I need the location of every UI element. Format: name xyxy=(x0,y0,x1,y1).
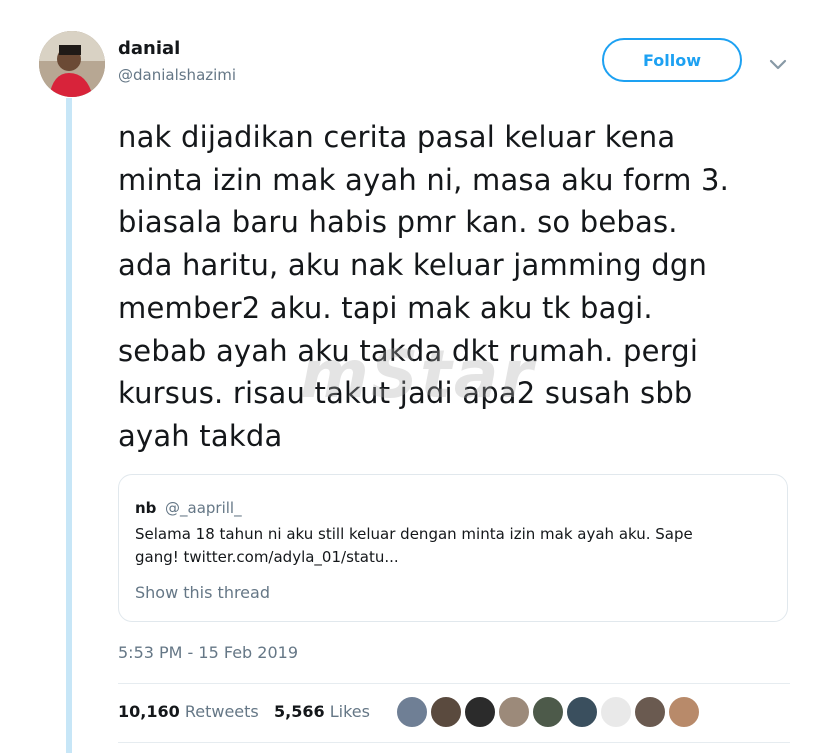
stats-top-divider xyxy=(118,683,790,684)
quoted-text-line: gang! twitter.com/adyla_01/statu... xyxy=(135,548,399,566)
liker-avatar-4[interactable] xyxy=(498,696,530,728)
tweet-stats: 10,160 Retweets 5,566 Likes xyxy=(118,702,370,721)
tweet-text-line: ayah takda xyxy=(118,418,283,453)
liker-avatar-9[interactable] xyxy=(668,696,700,728)
liker-avatar-3[interactable] xyxy=(464,696,496,728)
tweet-text-line: sebab ayah aku takda dkt rumah. pergi xyxy=(118,333,699,368)
thread-connector-line xyxy=(66,98,72,753)
liker-avatar-2[interactable] xyxy=(430,696,462,728)
liker-avatar-8[interactable] xyxy=(634,696,666,728)
quoted-tweet-text: Selama 18 tahun ni aku still keluar deng… xyxy=(135,523,765,569)
liker-avatars xyxy=(396,696,702,728)
likes-label: Likes xyxy=(329,702,370,721)
retweets-stat[interactable]: 10,160 Retweets xyxy=(118,702,259,721)
tweet-text-line: ada haritu, aku nak keluar jamming dgn xyxy=(118,248,708,283)
liker-avatar-7[interactable] xyxy=(600,696,632,728)
quoted-text-line: Selama 18 tahun ni aku still keluar deng… xyxy=(135,525,693,543)
liker-avatar-6[interactable] xyxy=(566,696,598,728)
follow-button[interactable]: Follow xyxy=(602,38,742,82)
tweet-text-line: minta izin mak ayah ni, masa aku form 3. xyxy=(118,162,730,197)
tweet-text-line: kursus. risau takut jadi apa2 susah sbb xyxy=(118,376,693,411)
quoted-author-name: nb xyxy=(135,499,157,517)
retweets-count: 10,160 xyxy=(118,702,180,721)
tweet-text: nak dijadikan cerita pasal keluar kena m… xyxy=(118,116,798,458)
author-avatar[interactable] xyxy=(39,31,105,97)
show-thread-link[interactable]: Show this thread xyxy=(135,583,270,602)
tweet-text-line: nak dijadikan cerita pasal keluar kena xyxy=(118,120,676,154)
tweet-text-line: biasala baru habis pmr kan. so bebas. xyxy=(118,205,678,240)
liker-avatar-5[interactable] xyxy=(532,696,564,728)
author-avatar-image xyxy=(39,31,105,97)
chevron-down-icon[interactable] xyxy=(766,52,790,76)
author-name[interactable]: danial xyxy=(118,38,180,59)
tweet-timestamp[interactable]: 5:53 PM - 15 Feb 2019 xyxy=(118,643,298,662)
likes-count: 5,566 xyxy=(274,702,325,721)
quoted-tweet-card[interactable]: nb @_aaprill_ Selama 18 tahun ni aku sti… xyxy=(118,474,788,622)
author-handle[interactable]: @danialshazimi xyxy=(118,66,236,84)
retweets-label: Retweets xyxy=(184,702,259,721)
stats-bottom-divider xyxy=(118,742,790,743)
likes-stat[interactable]: 5,566 Likes xyxy=(274,702,370,721)
liker-avatar-1[interactable] xyxy=(396,696,428,728)
quoted-author-handle: @_aaprill_ xyxy=(165,499,242,517)
tweet-text-line: member2 aku. tapi mak aku tk bagi. xyxy=(118,290,653,325)
